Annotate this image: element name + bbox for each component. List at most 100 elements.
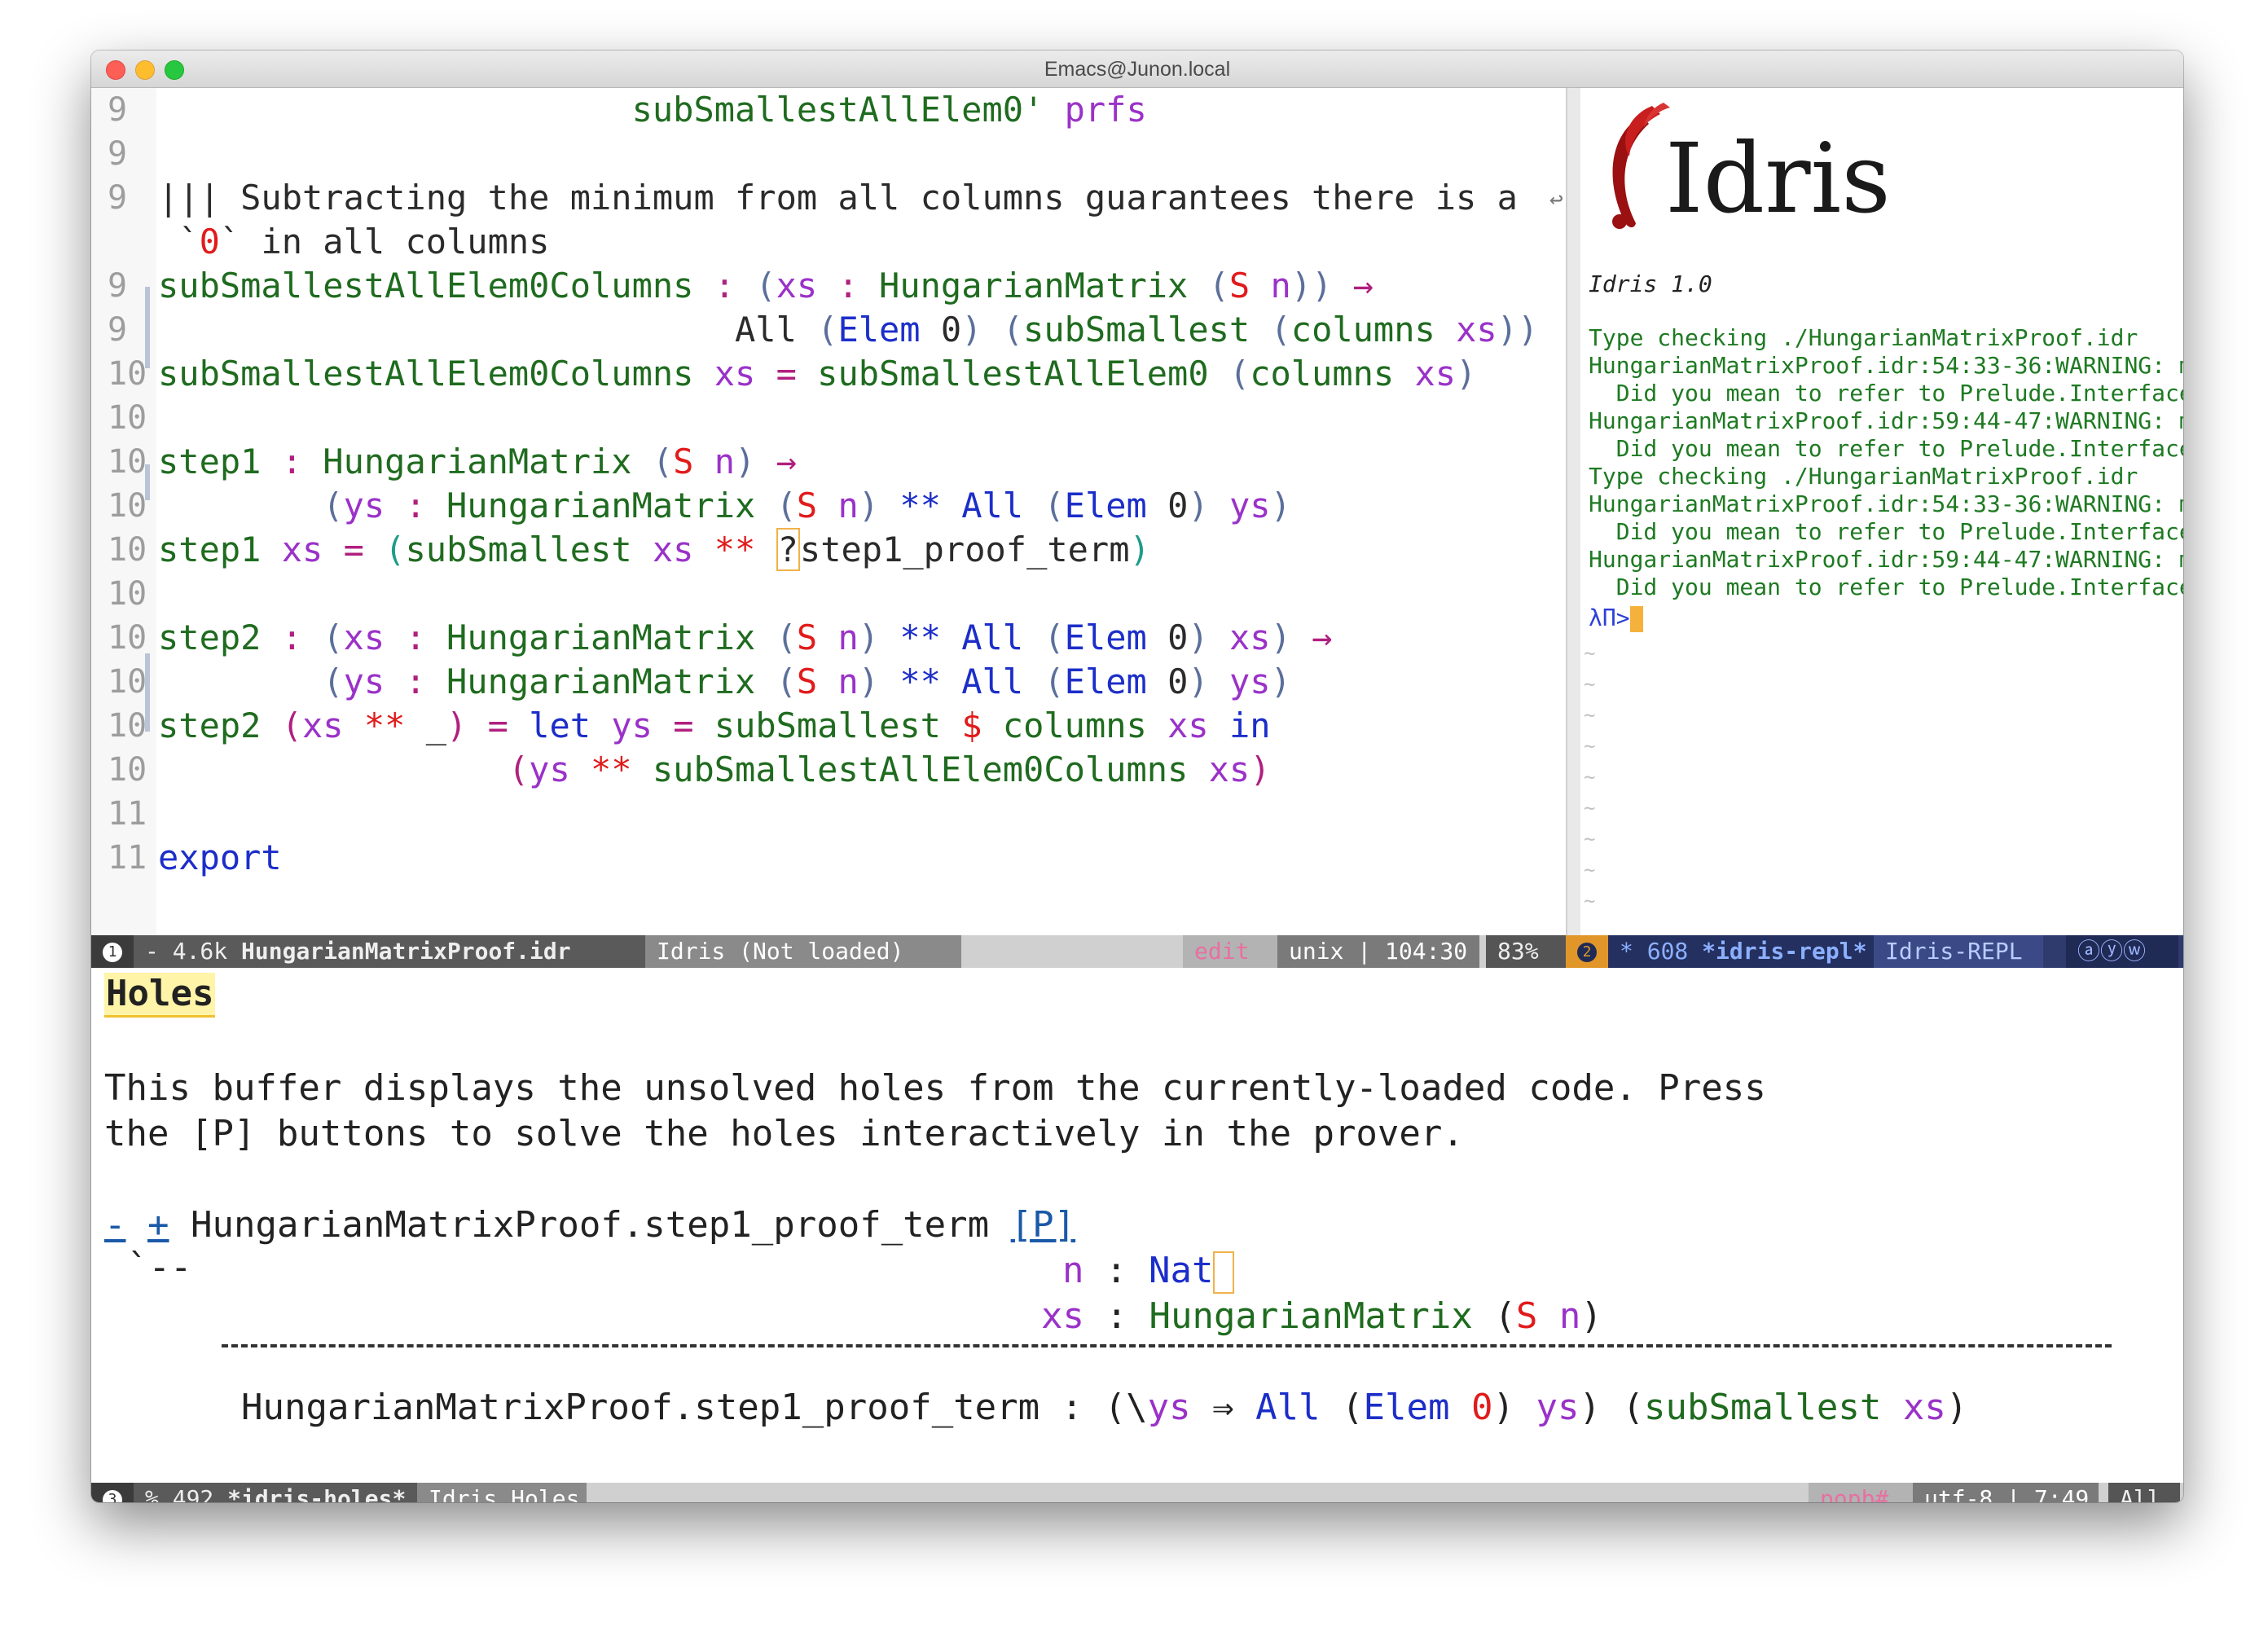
code-line[interactable]: (ys : HungarianMatrix (S n) ** All (Elem… xyxy=(158,660,1291,704)
idris-holes-pane[interactable]: Holes This buffer displays the unsolved … xyxy=(91,968,2183,1483)
prover-button[interactable]: [P] xyxy=(1011,1204,1075,1246)
code-token: ) xyxy=(858,618,880,657)
code-token: ( xyxy=(631,442,674,481)
code-token: _ xyxy=(425,706,447,745)
code-token: step2 xyxy=(158,706,262,745)
buffer-name[interactable]: *idris-repl* xyxy=(1702,938,1866,965)
code-line[interactable]: subSmallestAllElem0Columns xs = subSmall… xyxy=(158,352,1476,396)
repl-mode-line[interactable]: 2 * 608 *idris-repl* Idris-REPL ⓐⓨⓦ xyxy=(1566,935,2183,968)
premise-type: Nat xyxy=(1148,1250,1214,1291)
code-token: S xyxy=(1228,266,1250,306)
code-token: ( xyxy=(1023,618,1065,657)
line-number: 9 xyxy=(108,267,128,305)
hole-name: HungarianMatrixProof.step1_proof_term xyxy=(191,1204,990,1246)
expand-button[interactable]: + xyxy=(147,1204,169,1246)
code-token: xs xyxy=(343,618,385,657)
buffer-percent: 83% xyxy=(1486,935,1566,968)
buffer-name[interactable]: HungarianMatrixProof.idr xyxy=(241,938,571,965)
code-token: ** xyxy=(879,486,962,525)
idris-repl-pane[interactable]: Idris Idris 1.0 Type checking ./Hungaria… xyxy=(1580,88,2183,935)
code-token: Elem xyxy=(1064,618,1147,657)
code-line[interactable]: subSmallestAllElem0Columns : (xs : Hunga… xyxy=(158,264,1374,308)
repl-prompt[interactable]: λΠ> xyxy=(1589,604,1643,632)
code-line[interactable]: `0` in all columns xyxy=(158,220,549,264)
code-token: columns xyxy=(1250,354,1395,393)
code-token: → xyxy=(1290,618,1333,657)
code-token: ( xyxy=(1023,486,1065,525)
code-token: ** xyxy=(879,618,962,657)
editor-mode-line[interactable]: 1 - 4.6k HungarianMatrixProof.idr Idris … xyxy=(91,935,1566,968)
code-line[interactable]: All (Elem 0) (subSmallest (columns xs)) xyxy=(158,308,1538,352)
line-number: 11 xyxy=(108,795,147,833)
code-line[interactable]: subSmallestAllElem0' prfs xyxy=(158,88,1147,132)
holes-description-line-1: This buffer displays the unsolved holes … xyxy=(104,1067,1766,1109)
code-token: ( xyxy=(1208,354,1250,393)
code-token: All xyxy=(961,486,1024,525)
code-token: xs xyxy=(631,530,694,569)
line-number: 10 xyxy=(108,531,147,569)
code-token: )) xyxy=(1290,266,1333,306)
code-token: ) xyxy=(858,486,880,525)
window-number-badge: 3 xyxy=(103,1490,122,1502)
code-token: xs xyxy=(1188,750,1250,789)
emacs-window: Emacs@Junon.local 9 9 9 9 9 10 10 10 10 10 10 10 10 1… xyxy=(91,51,2183,1502)
code-token: step1 xyxy=(158,530,262,569)
code-token: ( xyxy=(755,266,776,306)
code-token: n xyxy=(693,442,736,481)
code-token: step1 xyxy=(158,442,262,481)
cursor-box xyxy=(1213,1251,1235,1294)
minor-modes: ⓐⓨⓦ xyxy=(2066,935,2178,968)
code-token: ) xyxy=(1270,486,1291,525)
code-token: 0 xyxy=(1146,618,1189,657)
premise-type: HungarianMatrix xyxy=(1149,1295,1473,1337)
premise-name: n xyxy=(1062,1250,1084,1291)
collapse-button[interactable]: - xyxy=(104,1204,126,1246)
code-token: ( xyxy=(755,662,797,701)
code-editor-pane[interactable]: 9 9 9 9 9 10 10 10 10 10 10 10 10 10 10 11 11 subSmalles… xyxy=(91,88,1566,935)
code-token: ) xyxy=(1129,530,1150,569)
code-token: HungarianMatrix xyxy=(446,618,756,657)
major-mode[interactable]: Idris (Not loaded) xyxy=(645,935,961,968)
code-token: ** xyxy=(343,706,426,745)
code-line[interactable]: (ys : HungarianMatrix (S n) ** All (Elem… xyxy=(158,484,1291,528)
major-mode[interactable]: Idris-REPL xyxy=(1874,935,2043,968)
code-line[interactable]: step1 xs = (subSmallest xs ** ?step1_pro… xyxy=(158,528,1150,572)
line-number: 10 xyxy=(108,663,147,701)
code-token: columns xyxy=(1002,706,1147,745)
hole-marker: ? xyxy=(776,528,800,571)
code-token: HungarianMatrix xyxy=(446,662,756,701)
window-number-badge: 2 xyxy=(1577,943,1597,962)
code-token: → xyxy=(755,442,797,481)
code-line[interactable]: export xyxy=(158,836,282,880)
buffer-size: * 608 xyxy=(1620,938,1689,965)
line-number: 10 xyxy=(108,575,147,613)
code-token: Elem xyxy=(1064,486,1147,525)
code-token: S xyxy=(796,618,818,657)
code-line[interactable]: step1 : HungarianMatrix (S n) → xyxy=(158,440,797,484)
goal-all: All xyxy=(1255,1387,1321,1428)
code-line[interactable]: (ys ** subSmallestAllElem0Columns xs) xyxy=(158,748,1271,792)
code-token: ys xyxy=(1208,662,1271,701)
code-token: ys xyxy=(343,662,385,701)
code-token: ) xyxy=(1188,618,1209,657)
code-token: ** xyxy=(693,530,776,569)
code-line[interactable]: ||| Subtracting the minimum from all col… xyxy=(158,176,1518,220)
code-token: S xyxy=(796,662,818,701)
goal-arrow: ⇒ xyxy=(1190,1387,1256,1428)
code-token: = xyxy=(652,706,714,745)
code-token: ( xyxy=(385,530,406,569)
code-token: HungarianMatrix xyxy=(323,442,632,481)
code-line[interactable]: step2 : (xs : HungarianMatrix (S n) ** A… xyxy=(158,616,1332,660)
code-token: ( xyxy=(1188,266,1229,306)
holes-mode-line[interactable]: 3 % 492 *idris-holes* Idris Holes popb# … xyxy=(91,1483,2183,1502)
code-token: Elem xyxy=(1064,662,1147,701)
code-token: HungarianMatrix xyxy=(446,486,756,525)
buffer-name[interactable]: *idris-holes* xyxy=(227,1485,406,1502)
code-token: subSmallestAllElem0Columns xyxy=(652,750,1189,789)
goal-var: ys xyxy=(1147,1387,1191,1428)
repl-output-line: Did you mean to refer to Prelude.Interfa… xyxy=(1589,518,2183,545)
code-token: export xyxy=(158,837,282,877)
major-mode[interactable]: Idris Holes xyxy=(417,1483,587,1502)
code-token: : xyxy=(385,618,447,657)
code-line[interactable]: step2 (xs ** _) = let ys = subSmallest $… xyxy=(158,704,1271,748)
